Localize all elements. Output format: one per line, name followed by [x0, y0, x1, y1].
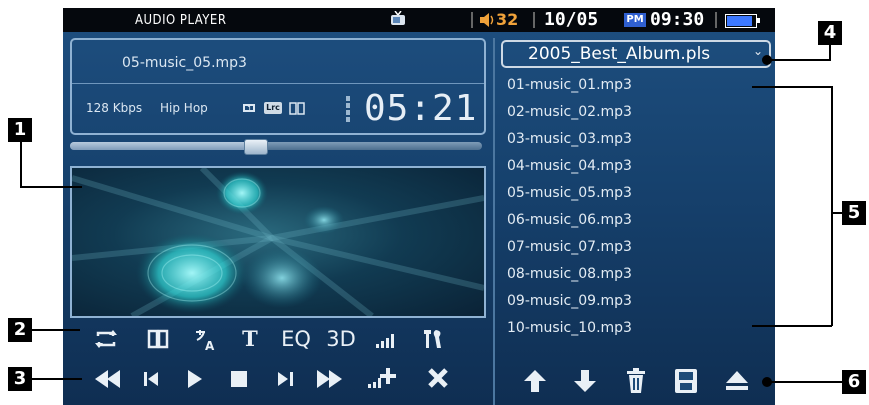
tv-icon — [391, 11, 405, 25]
svg-text:A: A — [205, 339, 215, 352]
battery-level — [727, 16, 753, 26]
playlist-track-item[interactable]: 05-music_05.mp3 — [507, 180, 762, 207]
playlist-name: 2005_Best_Album.pls — [528, 44, 711, 64]
previous-icon[interactable] — [136, 364, 168, 394]
callout-4: 4 — [818, 21, 842, 45]
close-icon[interactable] — [422, 364, 454, 394]
playlist-track-item[interactable]: 10-music_10.mp3 — [507, 315, 762, 342]
move-down-icon[interactable] — [570, 364, 600, 398]
app-title: AUDIO PLAYER — [135, 13, 227, 28]
delete-icon[interactable] — [621, 364, 651, 398]
function-toolbar: A T EQ 3D — [76, 326, 488, 352]
playlist-track-item[interactable]: 09-music_09.mp3 — [507, 288, 762, 315]
playlist-actions — [518, 364, 768, 398]
next-icon[interactable] — [270, 364, 302, 394]
callout-5-line — [831, 86, 833, 326]
visualization-graphic — [72, 168, 484, 316]
callout-4-dot — [762, 55, 772, 65]
lyrics-icon: Lrc — [264, 102, 282, 114]
bitrate-label: 128 Kbps — [86, 101, 143, 115]
callout-2: 2 — [8, 318, 32, 342]
level-indicator — [346, 96, 351, 128]
callout-6: 6 — [842, 370, 866, 394]
playlist-track-item[interactable]: 04-music_04.mp3 — [507, 153, 762, 180]
playlist-track-item[interactable]: 06-music_06.mp3 — [507, 207, 762, 234]
language-icon[interactable]: A — [193, 326, 217, 352]
now-playing-panel: 05-music_05.mp3 128 Kbps Hip Hop 1 Lrc 0… — [70, 38, 486, 135]
stop-icon[interactable] — [223, 364, 255, 394]
seek-bar[interactable] — [70, 139, 482, 155]
volume-level: 32 — [496, 10, 519, 29]
playlist-select[interactable]: 2005_Best_Album.pls ⌄ — [501, 40, 771, 68]
move-up-icon[interactable] — [520, 364, 550, 398]
playlist-track-item[interactable]: 07-music_07.mp3 — [507, 234, 762, 261]
play-icon[interactable] — [178, 364, 210, 394]
genre-label: Hip Hop — [160, 101, 208, 115]
visualization-panel — [70, 166, 486, 318]
panel-divider — [493, 38, 495, 405]
meridiem-badge: PM — [624, 13, 646, 27]
callout-2-line — [32, 329, 80, 331]
callout-4-line — [829, 45, 831, 60]
info-divider — [72, 83, 484, 84]
speaker-icon[interactable] — [479, 12, 495, 28]
date-display: 10/05 — [544, 9, 599, 30]
callout-1-line — [20, 186, 82, 188]
battery-tip — [757, 18, 760, 23]
player-screen: AUDIO PLAYER 32 10/05 PM 09:30 05-music_… — [63, 8, 775, 405]
seek-bar-fill — [70, 142, 256, 150]
playlist-track-item[interactable]: 03-music_03.mp3 — [507, 126, 762, 153]
3d-sound-button[interactable]: 3D — [324, 326, 358, 352]
book-icon — [289, 102, 305, 115]
book-icon[interactable] — [146, 326, 170, 352]
clock-display: 09:30 — [650, 9, 705, 30]
playlist-track-item[interactable]: 01-music_01.mp3 — [507, 72, 762, 99]
playlist-track-item[interactable]: 08-music_08.mp3 — [507, 261, 762, 288]
callout-5-line — [832, 212, 842, 214]
status-separator — [471, 12, 473, 28]
tools-icon[interactable] — [421, 326, 445, 352]
battery-icon — [725, 14, 757, 28]
save-icon[interactable] — [671, 364, 701, 398]
svg-text:1: 1 — [247, 105, 252, 114]
status-separator — [715, 12, 717, 28]
track-list: 01-music_01.mp3 02-music_02.mp3 03-music_0… — [507, 72, 762, 342]
add-to-playlist-icon[interactable] — [366, 364, 398, 394]
elapsed-time: 05:21 — [364, 88, 478, 129]
playlist-track-item[interactable]: 02-music_02.mp3 — [507, 99, 762, 126]
level-meter-icon[interactable] — [374, 326, 398, 352]
status-separator — [533, 12, 535, 28]
seek-bar-thumb[interactable] — [244, 139, 269, 155]
equalizer-button[interactable]: EQ — [279, 326, 313, 352]
callout-6-line — [770, 381, 842, 383]
callout-3: 3 — [8, 367, 32, 391]
callout-3-line — [32, 378, 82, 380]
rewind-icon[interactable] — [92, 364, 124, 394]
callout-5-line — [752, 86, 832, 88]
fast-forward-icon[interactable] — [314, 364, 346, 394]
repeat-one-icon: 1 — [243, 104, 255, 114]
callout-4-line — [770, 59, 831, 61]
text-size-button[interactable]: T — [238, 326, 262, 352]
callout-1: 1 — [8, 118, 32, 142]
callout-1-line — [20, 142, 22, 187]
mode-icons: 1 Lrc — [240, 99, 306, 117]
callout-5-line — [752, 325, 832, 327]
callout-6-dot — [762, 377, 772, 387]
callout-5: 5 — [842, 201, 866, 225]
current-track-filename: 05-music_05.mp3 — [122, 55, 247, 71]
transport-controls — [76, 364, 488, 394]
status-bar: AUDIO PLAYER 32 10/05 PM 09:30 — [63, 8, 775, 32]
eject-icon[interactable] — [722, 364, 752, 398]
repeat-icon[interactable] — [94, 326, 118, 352]
